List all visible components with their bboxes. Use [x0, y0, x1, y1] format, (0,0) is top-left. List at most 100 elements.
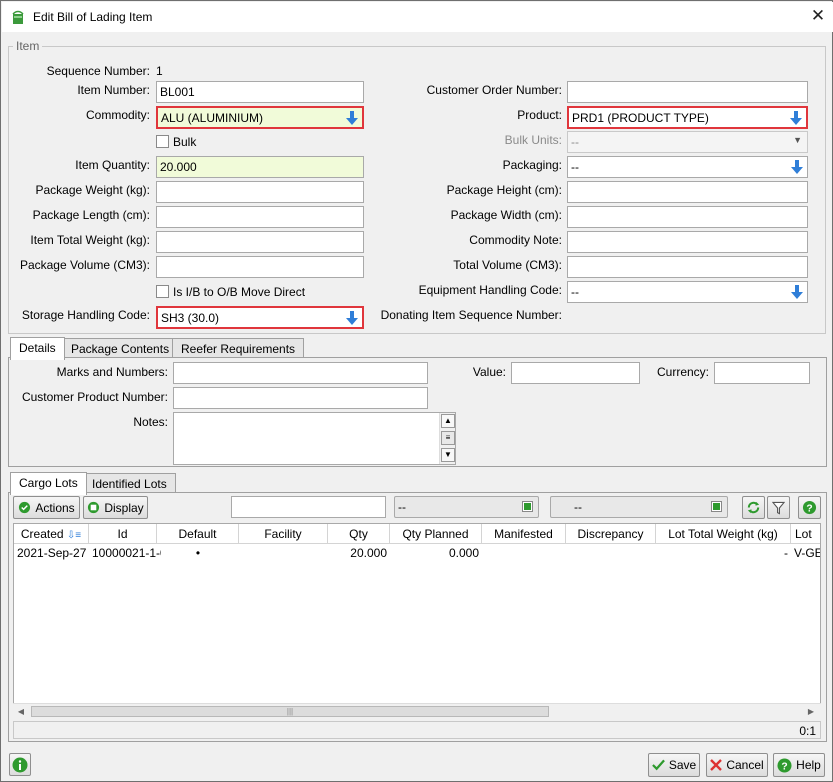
lot-filter-select-2[interactable]: --	[550, 496, 728, 518]
package-weight-input[interactable]	[156, 181, 364, 203]
currency-input[interactable]	[714, 362, 810, 384]
lots-table: Created ⇩≡ Id Default Facility Qty Qty P…	[13, 523, 821, 719]
bulk-checkbox[interactable]	[156, 135, 169, 148]
cell-qty: 20.000	[350, 546, 387, 560]
currency-label: Currency:	[656, 365, 709, 379]
customer-product-input[interactable]	[173, 387, 428, 409]
save-button[interactable]: Save	[648, 753, 700, 777]
total-volume-input[interactable]	[567, 256, 808, 278]
funnel-icon	[772, 501, 785, 514]
package-length-input[interactable]	[156, 206, 364, 228]
notes-scrollbar[interactable]: ▲ ≡ ▼	[439, 413, 455, 464]
column-header-discrepancy[interactable]: Discrepancy	[566, 524, 656, 544]
storage-handling-select[interactable]: SH3 (30.0)	[156, 306, 364, 329]
download-arrow-icon[interactable]	[345, 110, 359, 126]
lots-count-status: 0:1	[799, 724, 816, 738]
scroll-up-icon[interactable]: ▲	[441, 414, 455, 428]
cell-manifested	[482, 544, 566, 562]
scroll-thumb[interactable]: ≡	[441, 431, 455, 445]
scroll-right-icon[interactable]: ▶	[804, 705, 818, 719]
filter-button[interactable]	[767, 496, 790, 519]
move-direct-checkbox[interactable]	[156, 285, 169, 298]
check-circle-icon	[19, 501, 31, 514]
column-header-qty-planned[interactable]: Qty Planned	[390, 524, 482, 544]
move-direct-label: Is I/B to O/B Move Direct	[173, 285, 306, 299]
close-icon[interactable]: ✕	[808, 6, 828, 26]
lots-status-bar: 0:1	[13, 721, 821, 739]
download-arrow-icon[interactable]	[345, 310, 359, 326]
equipment-handling-label: Equipment Handling Code:	[418, 283, 562, 297]
item-number-label: Item Number:	[77, 83, 150, 97]
lot-filter-select-1[interactable]: --	[394, 496, 539, 518]
marks-numbers-input[interactable]	[173, 362, 428, 384]
customer-order-label: Customer Order Number:	[426, 83, 562, 97]
lot-search-input[interactable]	[231, 496, 386, 518]
equipment-handling-value: --	[571, 285, 579, 299]
item-quantity-input[interactable]: 20.000	[156, 156, 364, 178]
package-volume-input[interactable]	[156, 256, 364, 278]
customer-order-input[interactable]	[567, 81, 808, 103]
column-header-qty[interactable]: Qty	[328, 524, 390, 544]
storage-handling-label: Storage Handling Code:	[21, 308, 150, 322]
bulk-units-label: Bulk Units:	[504, 133, 562, 147]
marks-numbers-label: Marks and Numbers:	[56, 365, 168, 379]
tab-details[interactable]: Details	[10, 337, 65, 360]
column-header-facility[interactable]: Facility	[239, 524, 328, 544]
notes-textarea[interactable]	[173, 412, 456, 465]
x-icon	[710, 759, 723, 771]
horizontal-scroll-thumb[interactable]: |||	[31, 706, 549, 717]
refresh-icon	[747, 501, 760, 514]
scroll-left-icon[interactable]: ◀	[14, 705, 28, 719]
actions-button[interactable]: Actions	[13, 496, 80, 519]
commodity-value: ALU (ALUMINIUM)	[161, 111, 264, 125]
column-header-lot-total-weight[interactable]: Lot Total Weight (kg)	[656, 524, 791, 544]
item-total-weight-input[interactable]	[156, 231, 364, 253]
info-icon	[12, 757, 28, 772]
column-header-id[interactable]: Id	[89, 524, 157, 544]
packaging-select[interactable]: --	[567, 156, 808, 178]
bulk-units-select: -- ▼	[567, 131, 808, 153]
title-bar: Edit Bill of Lading Item ✕	[2, 2, 833, 32]
info-button[interactable]	[9, 753, 31, 776]
column-header-lot[interactable]: Lot	[791, 524, 820, 544]
product-select[interactable]: PRD1 (PRODUCT TYPE)	[567, 106, 808, 129]
lots-horizontal-scrollbar[interactable]: ◀ ||| ▶	[13, 703, 821, 719]
column-header-manifested[interactable]: Manifested	[482, 524, 566, 544]
cell-facility	[239, 544, 328, 562]
checkmark-icon	[651, 759, 665, 771]
equipment-handling-select[interactable]: --	[567, 281, 808, 303]
help-icon: ?	[777, 757, 792, 773]
cell-created: 2021-Sep-27	[17, 546, 87, 560]
package-width-input[interactable]	[567, 206, 808, 228]
display-button[interactable]: Display	[83, 496, 148, 519]
refresh-button[interactable]	[742, 496, 765, 519]
bulk-units-value: --	[571, 135, 579, 149]
column-header-default[interactable]: Default	[157, 524, 239, 544]
cell-lot: V-GE	[794, 546, 821, 560]
value-input[interactable]	[511, 362, 640, 384]
app-icon	[12, 10, 24, 24]
cell-id: 10000021-1-0	[92, 546, 161, 560]
package-width-label: Package Width (cm):	[450, 208, 562, 222]
help-button[interactable]: ? Help	[773, 753, 825, 777]
lot-filter-1-value: --	[398, 500, 406, 514]
package-height-input[interactable]	[567, 181, 808, 203]
commodity-note-input[interactable]	[567, 231, 808, 253]
cancel-button[interactable]: Cancel	[706, 753, 768, 777]
commodity-select[interactable]: ALU (ALUMINIUM)	[156, 106, 364, 129]
dropdown-arrow-icon: ▼	[793, 135, 802, 145]
scroll-down-icon[interactable]: ▼	[441, 448, 455, 462]
download-arrow-icon[interactable]	[790, 159, 804, 175]
item-number-input[interactable]: BL001	[156, 81, 364, 103]
column-header-created[interactable]: Created ⇩≡	[14, 524, 89, 544]
svg-text:?: ?	[806, 503, 812, 514]
table-row[interactable]: 2021-Sep-27 10000021-1-0 • 20.000 0.000 …	[14, 544, 821, 562]
package-height-label: Package Height (cm):	[446, 183, 562, 197]
download-arrow-icon[interactable]	[790, 284, 804, 300]
download-arrow-icon[interactable]	[789, 110, 803, 126]
value-label: Value:	[472, 365, 506, 379]
packaging-value: --	[571, 160, 579, 174]
help-lots-button[interactable]: ?	[798, 496, 821, 519]
package-length-label: Package Length (cm):	[32, 208, 150, 222]
tab-cargo-lots[interactable]: Cargo Lots	[10, 472, 87, 495]
